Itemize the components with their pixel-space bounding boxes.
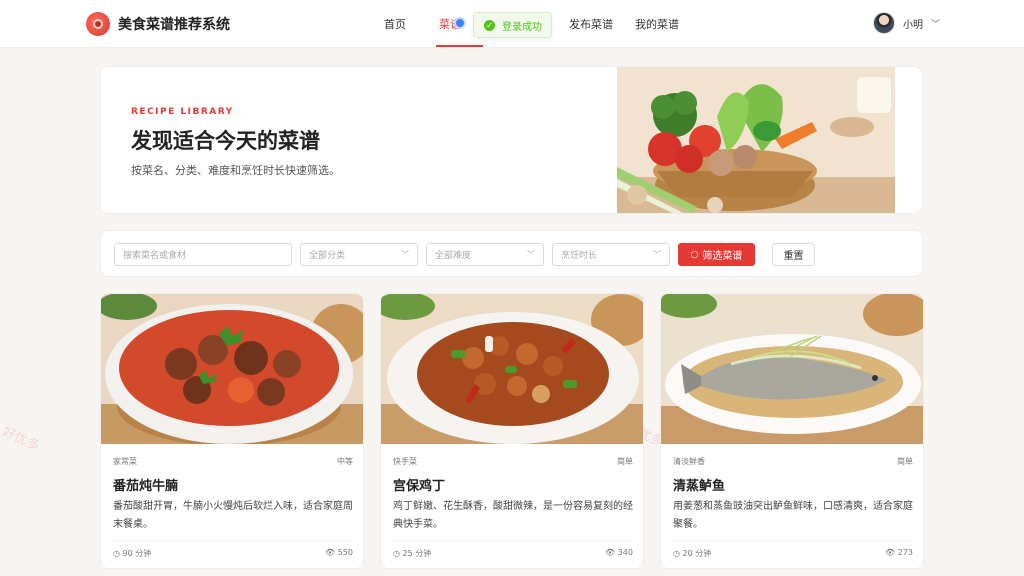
filter-bar: 全部分类 ﹀ 全部难度 ﹀ 烹饪时长 ﹀ ○ 筛选菜谱 重置 xyxy=(100,230,923,277)
recipe-image-steamed-bass[interactable] xyxy=(661,294,923,444)
recipe-card[interactable]: 清淡鲜香 简单 清蒸鲈鱼 用姜葱和蒸鱼豉油突出鲈鱼鲜味，口感清爽，适合家庭聚餐。… xyxy=(660,293,924,569)
recipe-description: 鸡丁鲜嫩、花生酥香，酸甜微辣，是一份容易复刻的经典快手菜。 xyxy=(393,501,633,530)
hero-description: 按菜名、分类、难度和烹饪时长快速筛选。 xyxy=(131,164,340,177)
hero-banner: RECIPE LIBRARY 发现适合今天的菜谱 按菜名、分类、难度和烹饪时长快… xyxy=(100,66,923,214)
filter-button-label: 筛选菜谱 xyxy=(702,251,743,262)
filter-button[interactable]: ○ 筛选菜谱 xyxy=(678,243,755,266)
recipe-views: 273 xyxy=(897,548,913,557)
recipe-difficulty: 简单 xyxy=(897,457,913,466)
vegetable-basket-image xyxy=(617,67,895,213)
recipe-card[interactable]: 快手菜 简单 宫保鸡丁 鸡丁鲜嫩、花生酥香，酸甜微辣，是一份容易复刻的经典快手菜… xyxy=(380,293,644,569)
recipe-title[interactable]: 清蒸鲈鱼 xyxy=(673,475,725,494)
recipe-views: 340 xyxy=(617,548,633,557)
nav-item-publish[interactable]: 发布菜谱 xyxy=(569,16,613,32)
eye-icon: 👁 xyxy=(325,548,336,557)
recipe-views: 550 xyxy=(337,548,353,557)
toast-message: 登录成功 xyxy=(502,21,542,33)
clock-icon: ◷ xyxy=(113,549,120,558)
page-title: 发现适合今天的菜谱 xyxy=(131,129,320,153)
watermark: 好优多 xyxy=(0,424,42,455)
divider xyxy=(673,540,913,541)
search-icon: ○ xyxy=(690,249,699,260)
avatar[interactable] xyxy=(873,12,895,34)
search-input[interactable] xyxy=(114,243,292,266)
nav-active-indicator xyxy=(436,45,483,47)
category-select-value: 全部分类 xyxy=(309,250,346,260)
recipe-footer: ◷ 90 分钟 👁 550 xyxy=(113,548,353,559)
recipe-time: 25 分钟 xyxy=(402,549,432,558)
chevron-down-icon: ﹀ xyxy=(401,250,409,259)
recipe-description: 番茄酸甜开胃，牛腩小火慢炖后软烂入味，适合家庭周末餐桌。 xyxy=(113,501,353,530)
reset-button[interactable]: 重置 xyxy=(772,243,815,266)
nav-item-my-recipes[interactable]: 我的菜谱 xyxy=(635,16,679,32)
divider xyxy=(113,540,353,541)
user-menu[interactable]: 小明 ﹀ xyxy=(873,12,940,34)
recipe-category: 快手菜 xyxy=(393,457,417,466)
eye-icon: 👁 xyxy=(605,548,616,557)
recipe-title[interactable]: 宫保鸡丁 xyxy=(393,475,445,494)
loading-spinner-icon xyxy=(454,17,466,29)
app-title: 美食菜谱推荐系统 xyxy=(118,17,230,33)
chevron-down-icon[interactable]: ﹀ xyxy=(931,17,940,30)
recipe-image-beef-stew[interactable] xyxy=(101,294,363,444)
recipe-time: 20 分钟 xyxy=(682,549,712,558)
logo[interactable]: 美食菜谱推荐系统 xyxy=(86,12,230,36)
recipe-category: 清淡鲜香 xyxy=(673,457,705,466)
duration-select-value: 烹饪时长 xyxy=(561,250,598,260)
nav-item-home[interactable]: 首页 xyxy=(384,16,406,32)
top-header: 美食菜谱推荐系统 首页 菜谱 发布菜谱 我的菜谱 ✓ 登录成功 小明 ﹀ xyxy=(0,0,1024,48)
recipe-time: 90 分钟 xyxy=(122,549,152,558)
chevron-down-icon: ﹀ xyxy=(527,250,535,259)
chevron-down-icon: ﹀ xyxy=(653,250,661,259)
recipe-footer: ◷ 20 分钟 👁 273 xyxy=(673,548,913,559)
recipe-category: 家常菜 xyxy=(113,457,137,466)
recipe-difficulty: 简单 xyxy=(617,457,633,466)
recipe-card[interactable]: 家常菜 中等 番茄炖牛腩 番茄酸甜开胃，牛腩小火慢炖后软烂入味，适合家庭周末餐桌… xyxy=(100,293,364,569)
recipe-meta: 清淡鲜香 简单 xyxy=(673,456,913,467)
recipe-meta: 快手菜 简单 xyxy=(393,456,633,467)
tomato-icon xyxy=(86,12,110,36)
check-circle-icon: ✓ xyxy=(484,19,495,31)
recipe-footer: ◷ 25 分钟 👁 340 xyxy=(393,548,633,559)
difficulty-select-value: 全部难度 xyxy=(435,250,472,260)
difficulty-select[interactable]: 全部难度 ﹀ xyxy=(426,243,544,266)
recipe-image-kung-pao-chicken[interactable] xyxy=(381,294,643,444)
recipe-meta: 家常菜 中等 xyxy=(113,456,353,467)
divider xyxy=(393,540,633,541)
user-name: 小明 xyxy=(903,19,923,31)
category-select[interactable]: 全部分类 ﹀ xyxy=(300,243,418,266)
search-input-field[interactable] xyxy=(123,249,291,260)
hero-eyebrow: RECIPE LIBRARY xyxy=(131,107,234,117)
eye-icon: 👁 xyxy=(885,548,896,557)
clock-icon: ◷ xyxy=(393,549,400,558)
recipe-difficulty: 中等 xyxy=(337,457,353,466)
recipe-title[interactable]: 番茄炖牛腩 xyxy=(113,475,178,494)
duration-select[interactable]: 烹饪时长 ﹀ xyxy=(552,243,670,266)
clock-icon: ◷ xyxy=(673,549,680,558)
recipe-description: 用姜葱和蒸鱼豉油突出鲈鱼鲜味，口感清爽，适合家庭聚餐。 xyxy=(673,501,913,530)
success-toast: ✓ 登录成功 xyxy=(473,12,552,38)
